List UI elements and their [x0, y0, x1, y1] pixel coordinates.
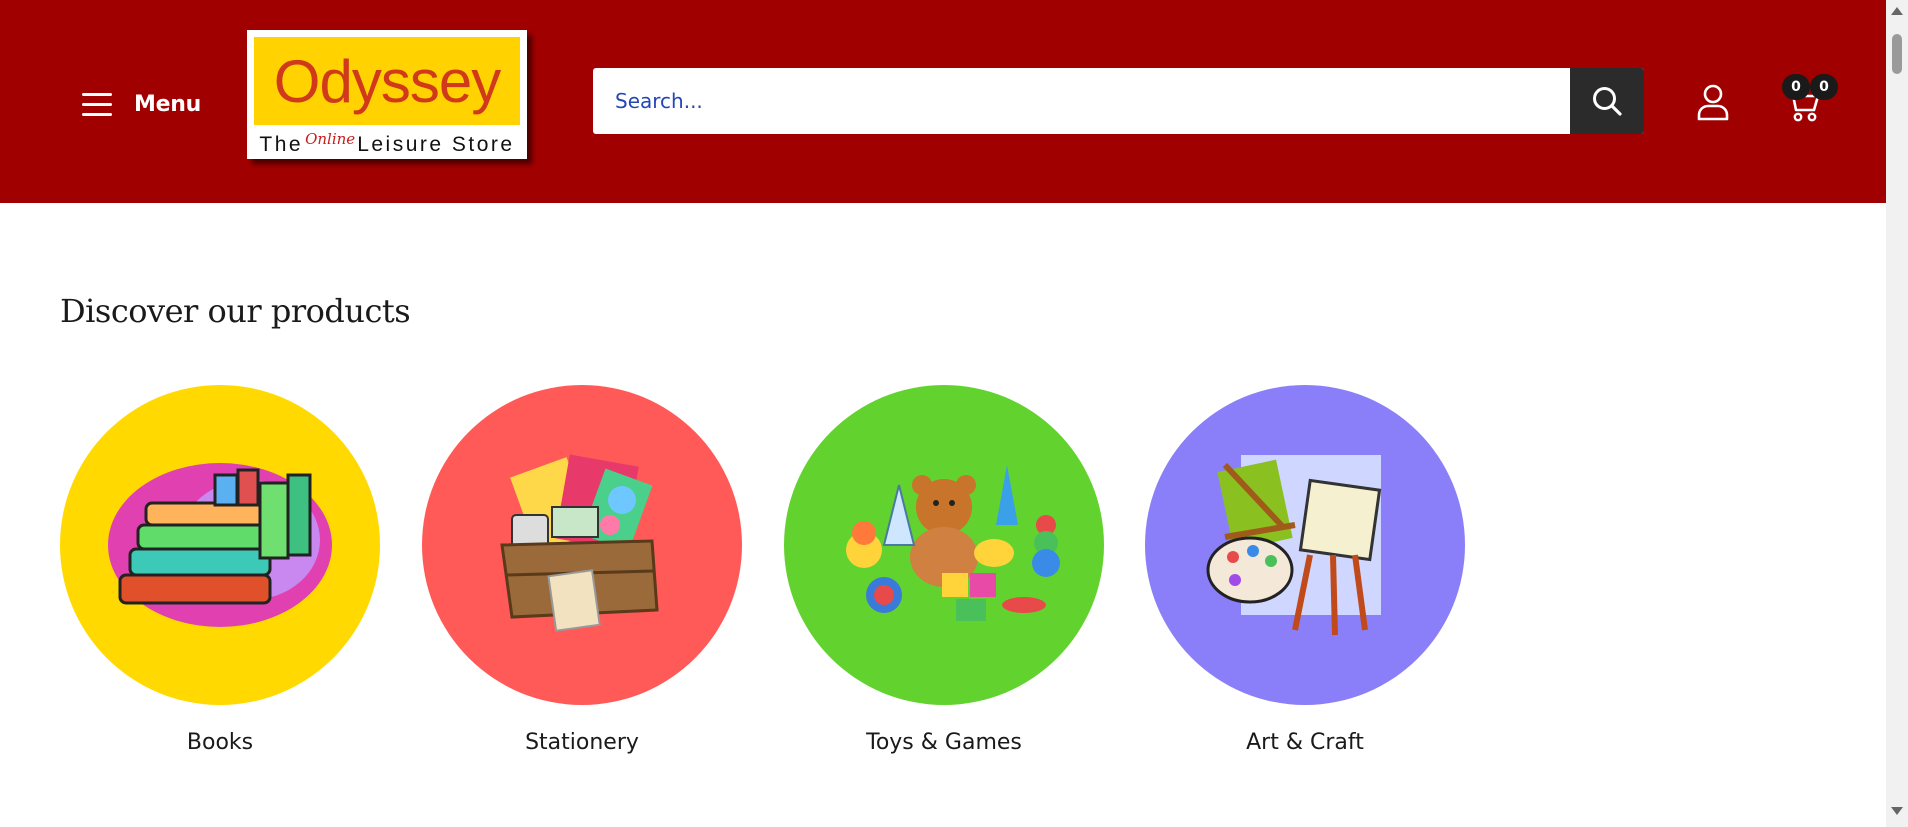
user-icon: [1697, 84, 1729, 121]
toys-icon: [846, 465, 1060, 621]
cart-count-badge: 0: [1810, 74, 1838, 100]
category-books[interactable]: Books: [60, 385, 380, 755]
scroll-down-arrow-icon[interactable]: [1891, 807, 1903, 815]
hamburger-icon: [82, 92, 112, 116]
category-label: Toys & Games: [866, 730, 1022, 755]
search-icon: [1593, 87, 1622, 116]
category-toys-games[interactable]: Toys & Games: [784, 385, 1104, 755]
art-easel-icon: [1206, 455, 1382, 636]
category-stationery[interactable]: Stationery: [422, 385, 742, 755]
menu-button[interactable]: Menu: [82, 84, 201, 124]
category-art-craft[interactable]: Art & Craft: [1145, 385, 1465, 755]
category-label: Stationery: [525, 730, 639, 755]
category-label: Books: [186, 730, 254, 755]
account-button[interactable]: [1693, 80, 1733, 124]
category-image: [784, 385, 1104, 705]
logo-banner: Odyssey: [254, 37, 520, 125]
logo-tagline-online: Online: [305, 129, 356, 148]
site-header: Menu Odyssey The Online Leisure Store Se…: [0, 0, 1886, 203]
logo-brand-text: Odyssey: [273, 47, 501, 115]
scroll-up-arrow-icon[interactable]: [1891, 7, 1903, 15]
logo-tagline-left: The: [259, 132, 304, 156]
search-bar: [593, 68, 1644, 134]
wishlist-count-badge: 0: [1782, 74, 1810, 100]
site-logo[interactable]: Odyssey The Online Leisure Store: [247, 30, 527, 159]
section-title: Discover our products: [60, 292, 411, 330]
search-button[interactable]: [1570, 68, 1644, 134]
stationery-box-icon: [500, 454, 659, 632]
scrollbar-thumb[interactable]: [1892, 34, 1902, 74]
category-image: [60, 385, 380, 705]
page-scrollbar[interactable]: [1886, 0, 1908, 827]
menu-label: Menu: [134, 91, 201, 117]
search-input[interactable]: [593, 68, 1568, 134]
logo-tagline-right: Leisure Store: [357, 132, 515, 156]
books-icon: [108, 463, 332, 627]
category-image: [422, 385, 742, 705]
category-image: [1145, 385, 1465, 705]
category-label: Art & Craft: [1246, 730, 1364, 755]
logo-tagline: The Online Leisure Store: [247, 130, 527, 159]
